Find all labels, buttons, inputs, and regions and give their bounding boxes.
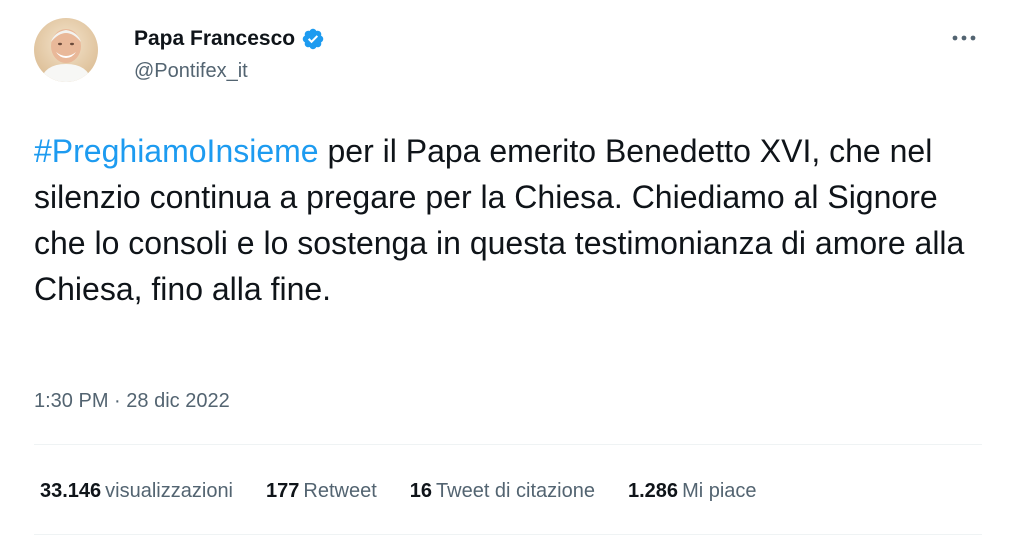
more-dots-icon <box>952 35 976 41</box>
tweet-stats: 33.146 visualizzazioni 177 Retweet 16 Tweet… <box>40 480 790 503</box>
tweet-timestamp: 1:30 PM · 28 dic 2022 <box>34 390 230 413</box>
stat-label: Mi piace <box>682 480 757 502</box>
timestamp-time[interactable]: 1:30 PM <box>34 390 108 412</box>
tweet-card: Papa Francesco @Pontifex_it #PreghiamoIn… <box>0 0 1023 544</box>
timestamp-separator: · <box>114 390 121 412</box>
author-handle[interactable]: @Pontifex_it <box>134 60 248 83</box>
stat-value: 33.146 <box>40 480 102 502</box>
stat-value: 177 <box>266 480 300 502</box>
stat-views[interactable]: 33.146 visualizzazioni <box>40 480 233 503</box>
stat-label: Tweet di citazione <box>436 480 595 502</box>
stat-value: 1.286 <box>628 480 679 502</box>
divider <box>34 444 982 445</box>
stat-value: 16 <box>409 480 433 502</box>
author-name-row[interactable]: Papa Francesco <box>134 26 325 52</box>
tweet-text: #PreghiamoInsieme per il Papa emerito Be… <box>34 128 994 312</box>
stat-quote-tweets[interactable]: 16 Tweet di citazione <box>410 480 595 503</box>
author-avatar[interactable] <box>34 18 98 82</box>
stat-likes[interactable]: 1.286 Mi piace <box>628 480 757 503</box>
verified-badge-icon <box>301 27 325 51</box>
divider <box>34 534 982 535</box>
stat-label: Retweet <box>303 480 377 502</box>
stat-label: visualizzazioni <box>105 480 234 502</box>
stat-retweets[interactable]: 177 Retweet <box>266 480 377 503</box>
portrait-avatar-icon <box>34 18 98 82</box>
timestamp-date[interactable]: 28 dic 2022 <box>126 390 229 412</box>
more-options-button[interactable] <box>944 22 984 54</box>
author-display-name[interactable]: Papa Francesco <box>134 27 295 51</box>
hashtag-link[interactable]: #PreghiamoInsieme <box>34 133 319 169</box>
